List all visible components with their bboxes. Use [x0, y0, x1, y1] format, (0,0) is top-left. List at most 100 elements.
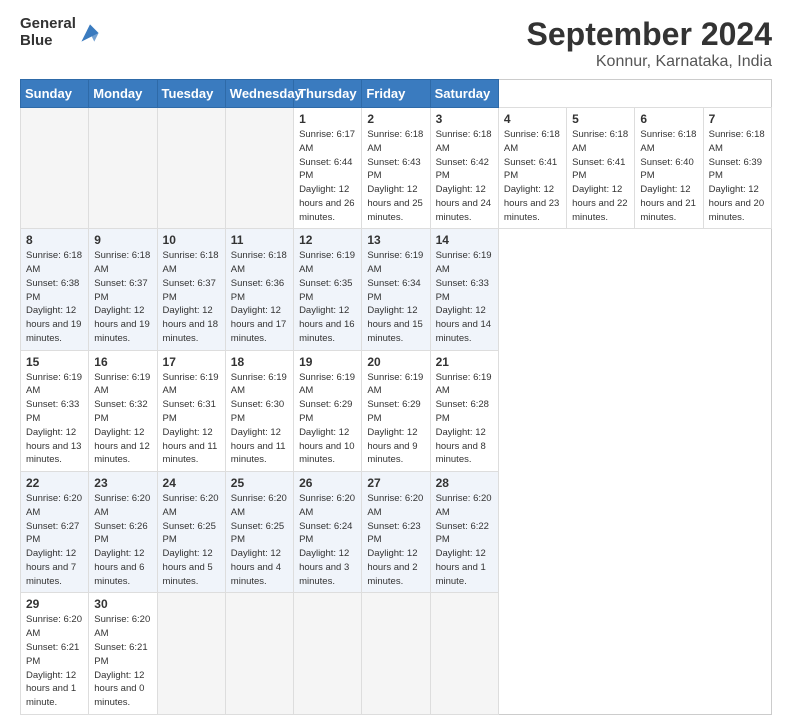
sunset-label: Sunset: 6:42 PM	[436, 157, 489, 182]
sunrise-label: Sunrise: 6:18 AM	[231, 250, 287, 275]
sunset-label: Sunset: 6:39 PM	[709, 157, 762, 182]
day-number: 6	[640, 112, 697, 126]
sunrise-label: Sunrise: 6:18 AM	[367, 129, 423, 154]
col-tuesday: Tuesday	[157, 80, 225, 108]
table-row: 20 Sunrise: 6:19 AM Sunset: 6:29 PM Dayl…	[362, 350, 430, 471]
daylight-label: Daylight: 12 hours and 4 minutes.	[231, 548, 281, 587]
day-number: 17	[163, 355, 220, 369]
sunrise-label: Sunrise: 6:19 AM	[436, 372, 492, 397]
day-number: 14	[436, 233, 493, 247]
calendar-week-row: 29 Sunrise: 6:20 AM Sunset: 6:21 PM Dayl…	[21, 593, 772, 714]
sunrise-label: Sunrise: 6:19 AM	[367, 372, 423, 397]
col-monday: Monday	[89, 80, 157, 108]
day-number: 30	[94, 597, 151, 611]
sunrise-label: Sunrise: 6:20 AM	[26, 614, 82, 639]
day-number: 2	[367, 112, 424, 126]
table-row: 26 Sunrise: 6:20 AM Sunset: 6:24 PM Dayl…	[294, 472, 362, 593]
sunrise-label: Sunrise: 6:20 AM	[163, 493, 219, 518]
sunset-label: Sunset: 6:26 PM	[94, 521, 147, 546]
daylight-label: Daylight: 12 hours and 12 minutes.	[94, 427, 149, 466]
day-number: 7	[709, 112, 766, 126]
day-info: Sunrise: 6:18 AM Sunset: 6:42 PM Dayligh…	[436, 128, 493, 224]
sunset-label: Sunset: 6:24 PM	[299, 521, 352, 546]
day-number: 24	[163, 476, 220, 490]
day-number: 19	[299, 355, 356, 369]
col-saturday: Saturday	[430, 80, 498, 108]
sunset-label: Sunset: 6:41 PM	[572, 157, 625, 182]
sunrise-label: Sunrise: 6:20 AM	[231, 493, 287, 518]
table-row: 30 Sunrise: 6:20 AM Sunset: 6:21 PM Dayl…	[89, 593, 157, 714]
calendar-header-row: Sunday Monday Tuesday Wednesday Thursday…	[21, 80, 772, 108]
daylight-label: Daylight: 12 hours and 21 minutes.	[640, 184, 695, 223]
daylight-label: Daylight: 12 hours and 11 minutes.	[231, 427, 286, 466]
day-number: 22	[26, 476, 83, 490]
sunset-label: Sunset: 6:29 PM	[367, 399, 420, 424]
col-friday: Friday	[362, 80, 430, 108]
day-number: 8	[26, 233, 83, 247]
table-row: 16 Sunrise: 6:19 AM Sunset: 6:32 PM Dayl…	[89, 350, 157, 471]
day-number: 23	[94, 476, 151, 490]
day-info: Sunrise: 6:19 AM Sunset: 6:29 PM Dayligh…	[299, 371, 356, 467]
sunset-label: Sunset: 6:33 PM	[26, 399, 79, 424]
day-number: 15	[26, 355, 83, 369]
day-info: Sunrise: 6:18 AM Sunset: 6:41 PM Dayligh…	[572, 128, 629, 224]
sunrise-label: Sunrise: 6:19 AM	[26, 372, 82, 397]
table-row	[157, 108, 225, 229]
sunrise-label: Sunrise: 6:20 AM	[436, 493, 492, 518]
daylight-label: Daylight: 12 hours and 19 minutes.	[94, 305, 149, 344]
day-info: Sunrise: 6:20 AM Sunset: 6:21 PM Dayligh…	[26, 613, 83, 709]
day-number: 4	[504, 112, 561, 126]
daylight-label: Daylight: 12 hours and 0 minutes.	[94, 670, 144, 709]
day-info: Sunrise: 6:20 AM Sunset: 6:22 PM Dayligh…	[436, 492, 493, 588]
sunrise-label: Sunrise: 6:18 AM	[504, 129, 560, 154]
sunset-label: Sunset: 6:41 PM	[504, 157, 557, 182]
sunrise-label: Sunrise: 6:20 AM	[26, 493, 82, 518]
table-row: 3 Sunrise: 6:18 AM Sunset: 6:42 PM Dayli…	[430, 108, 498, 229]
table-row: 25 Sunrise: 6:20 AM Sunset: 6:25 PM Dayl…	[225, 472, 293, 593]
sunset-label: Sunset: 6:28 PM	[436, 399, 489, 424]
table-row: 4 Sunrise: 6:18 AM Sunset: 6:41 PM Dayli…	[498, 108, 566, 229]
sunrise-label: Sunrise: 6:18 AM	[640, 129, 696, 154]
sunrise-label: Sunrise: 6:18 AM	[26, 250, 82, 275]
sunrise-label: Sunrise: 6:19 AM	[436, 250, 492, 275]
daylight-label: Daylight: 12 hours and 22 minutes.	[572, 184, 627, 223]
daylight-label: Daylight: 12 hours and 25 minutes.	[367, 184, 422, 223]
table-row: 13 Sunrise: 6:19 AM Sunset: 6:34 PM Dayl…	[362, 229, 430, 350]
table-row: 8 Sunrise: 6:18 AM Sunset: 6:38 PM Dayli…	[21, 229, 89, 350]
sunrise-label: Sunrise: 6:17 AM	[299, 129, 355, 154]
daylight-label: Daylight: 12 hours and 7 minutes.	[26, 548, 76, 587]
table-row: 12 Sunrise: 6:19 AM Sunset: 6:35 PM Dayl…	[294, 229, 362, 350]
day-number: 13	[367, 233, 424, 247]
table-row: 9 Sunrise: 6:18 AM Sunset: 6:37 PM Dayli…	[89, 229, 157, 350]
table-row: 24 Sunrise: 6:20 AM Sunset: 6:25 PM Dayl…	[157, 472, 225, 593]
sunrise-label: Sunrise: 6:19 AM	[367, 250, 423, 275]
sunrise-label: Sunrise: 6:19 AM	[299, 250, 355, 275]
calendar-title: September 2024	[527, 16, 772, 53]
table-row: 29 Sunrise: 6:20 AM Sunset: 6:21 PM Dayl…	[21, 593, 89, 714]
sunset-label: Sunset: 6:34 PM	[367, 278, 420, 303]
daylight-label: Daylight: 12 hours and 6 minutes.	[94, 548, 144, 587]
sunset-label: Sunset: 6:37 PM	[94, 278, 147, 303]
sunset-label: Sunset: 6:40 PM	[640, 157, 693, 182]
col-thursday: Thursday	[294, 80, 362, 108]
sunset-label: Sunset: 6:27 PM	[26, 521, 79, 546]
logo-line1: General	[20, 16, 76, 33]
table-row	[430, 593, 498, 714]
day-number: 11	[231, 233, 288, 247]
table-row: 27 Sunrise: 6:20 AM Sunset: 6:23 PM Dayl…	[362, 472, 430, 593]
table-row: 28 Sunrise: 6:20 AM Sunset: 6:22 PM Dayl…	[430, 472, 498, 593]
sunset-label: Sunset: 6:30 PM	[231, 399, 284, 424]
sunset-label: Sunset: 6:22 PM	[436, 521, 489, 546]
sunrise-label: Sunrise: 6:19 AM	[94, 372, 150, 397]
sunset-label: Sunset: 6:44 PM	[299, 157, 352, 182]
day-info: Sunrise: 6:17 AM Sunset: 6:44 PM Dayligh…	[299, 128, 356, 224]
day-number: 3	[436, 112, 493, 126]
table-row	[21, 108, 89, 229]
sunset-label: Sunset: 6:21 PM	[94, 642, 147, 667]
day-info: Sunrise: 6:18 AM Sunset: 6:40 PM Dayligh…	[640, 128, 697, 224]
daylight-label: Daylight: 12 hours and 20 minutes.	[709, 184, 764, 223]
col-wednesday: Wednesday	[225, 80, 293, 108]
daylight-label: Daylight: 12 hours and 18 minutes.	[163, 305, 218, 344]
sunrise-label: Sunrise: 6:19 AM	[299, 372, 355, 397]
logo-icon	[78, 21, 102, 45]
